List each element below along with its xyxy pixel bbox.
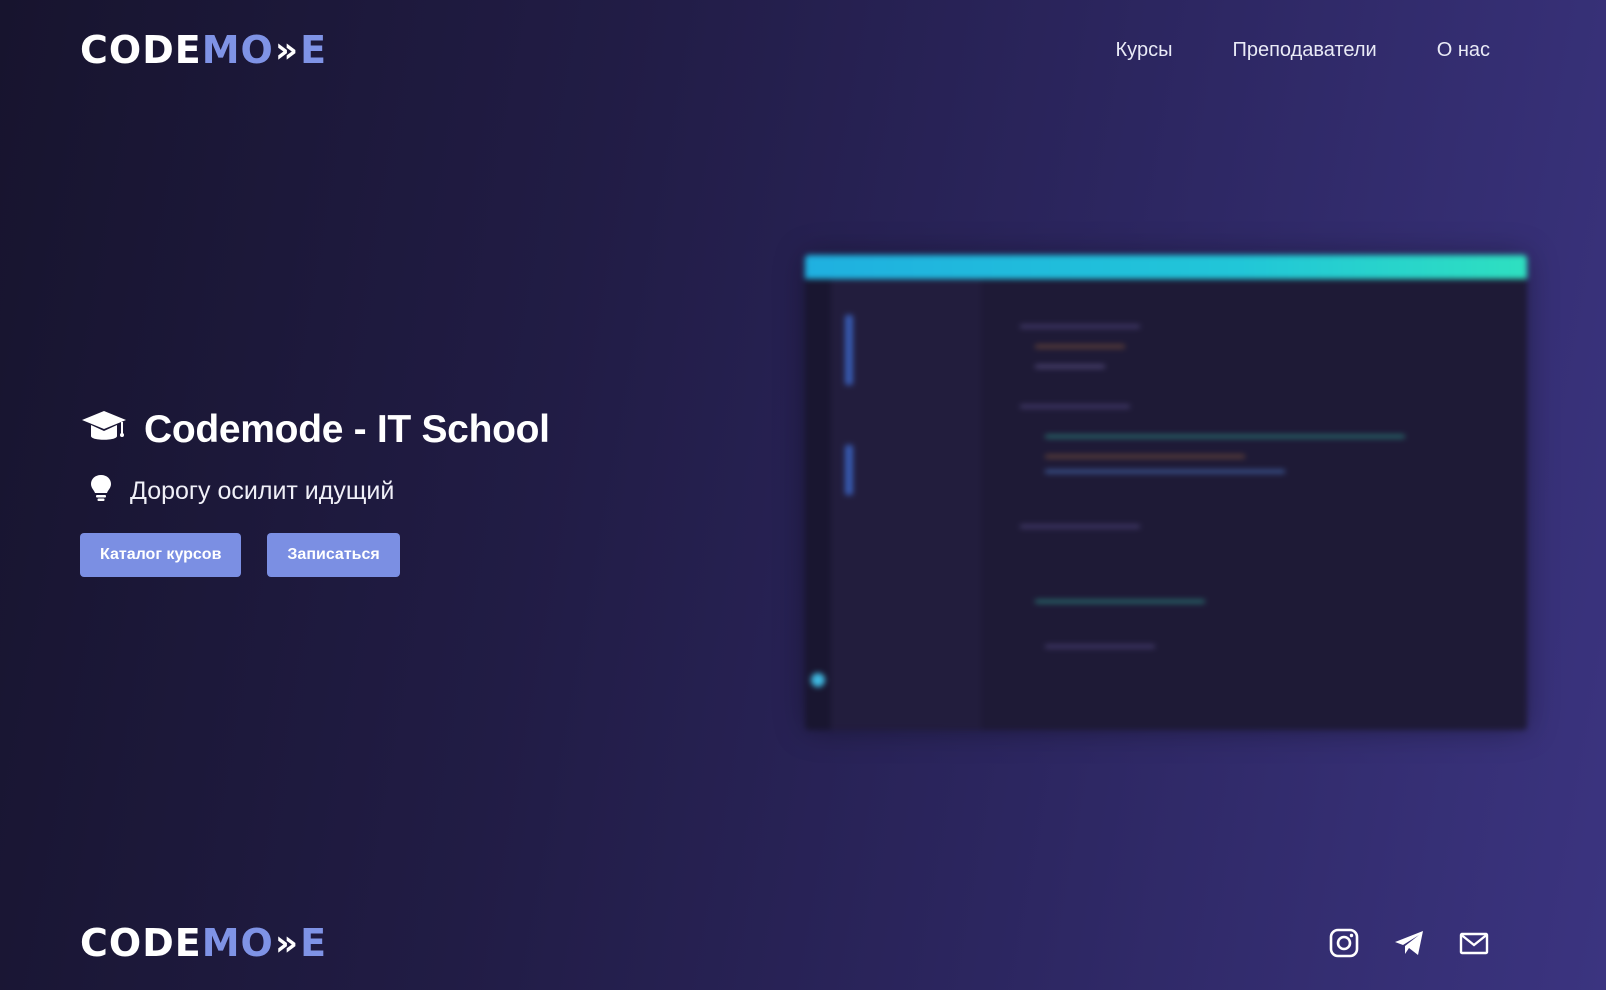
preview-decoration: [1035, 365, 1105, 368]
preview-file-explorer: [831, 279, 981, 730]
preview-topbar: [805, 255, 1527, 279]
preview-decoration: [811, 673, 825, 687]
preview-decoration: [1035, 345, 1125, 348]
footer-logo[interactable]: CODE MO » E: [80, 921, 327, 965]
preview-decoration: [1045, 455, 1245, 458]
hero-title: Codemode - IT School: [144, 408, 550, 451]
preview-decoration: [845, 315, 853, 385]
preview-decoration: [1020, 405, 1130, 408]
catalog-button[interactable]: Каталог курсов: [80, 533, 242, 577]
hero-subtitle: Дорогу осилит идущий: [130, 477, 395, 505]
telegram-icon[interactable]: [1393, 927, 1425, 959]
logo-text-e: E: [300, 921, 328, 965]
hero-subtitle-row: Дорогу осилит идущий: [80, 474, 550, 509]
logo-arrows: »: [274, 922, 300, 964]
site-header: CODE MO » E Курсы Преподаватели О нас: [80, 22, 1490, 78]
logo-text-code: CODE: [80, 921, 202, 965]
logo-text-code: CODE: [80, 28, 202, 72]
nav-item-teachers[interactable]: Преподаватели: [1232, 39, 1376, 62]
logo-text-mo: MO: [201, 921, 274, 965]
instagram-icon[interactable]: [1328, 927, 1360, 959]
header-logo[interactable]: CODE MO » E: [80, 28, 327, 72]
preview-activity-bar: [805, 279, 831, 730]
signup-button[interactable]: Записаться: [267, 533, 400, 577]
hero-title-row: Codemode - IT School: [80, 408, 550, 452]
lightbulb-icon: [90, 474, 112, 509]
preview-decoration: [1045, 435, 1405, 438]
preview-decoration: [1020, 525, 1140, 528]
preview-decoration: [845, 445, 853, 495]
preview-decoration: [1045, 470, 1285, 473]
graduation-cap-icon: [80, 409, 128, 452]
logo-arrows: »: [274, 29, 300, 71]
preview-decoration: [1020, 325, 1140, 328]
site-footer: CODE MO » E: [80, 915, 1490, 971]
logo-text-e: E: [300, 28, 328, 72]
preview-decoration: [1045, 645, 1155, 648]
code-editor-preview-image: [805, 255, 1527, 730]
hero-section: Codemode - IT School Дорогу осилит идущи…: [80, 408, 550, 577]
preview-decoration: [1035, 600, 1205, 603]
nav-item-about[interactable]: О нас: [1437, 39, 1490, 62]
hero-buttons: Каталог курсов Записаться: [80, 533, 550, 577]
social-links: [1328, 927, 1490, 959]
nav-item-courses[interactable]: Курсы: [1116, 39, 1173, 62]
main-nav: Курсы Преподаватели О нас: [1116, 39, 1490, 62]
mail-icon[interactable]: [1458, 927, 1490, 959]
logo-text-mo: MO: [201, 28, 274, 72]
